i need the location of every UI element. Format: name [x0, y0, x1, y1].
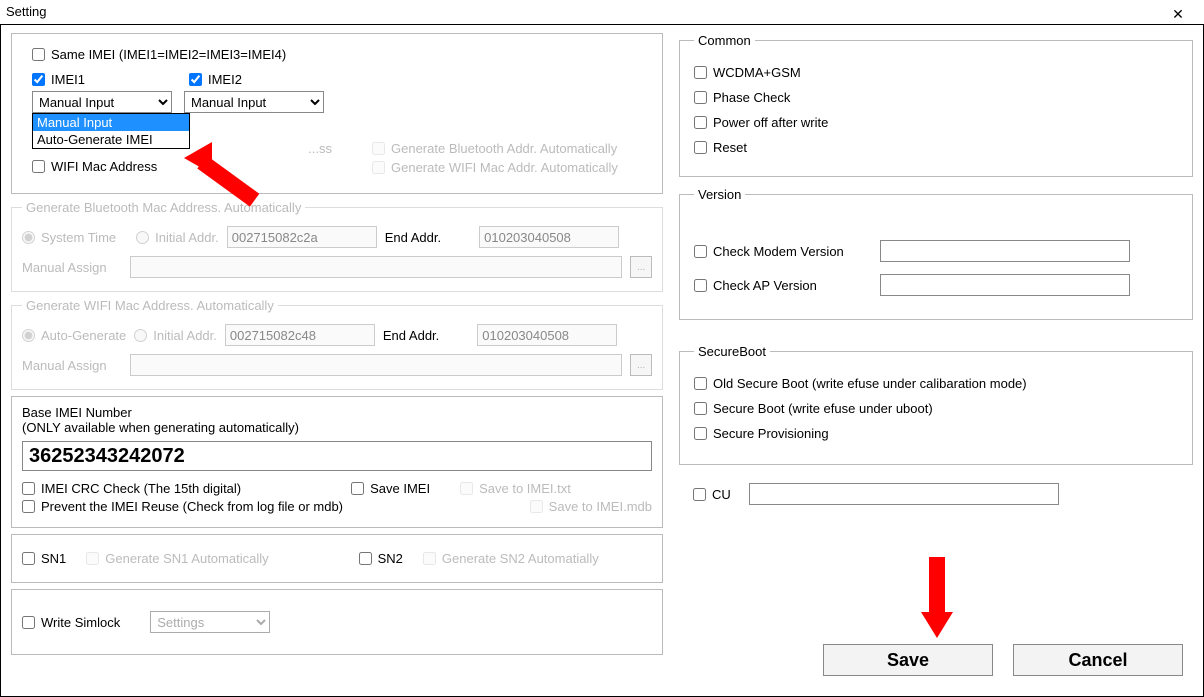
sn2-checkbox[interactable]: SN2	[359, 551, 403, 566]
sn1-checkbox[interactable]: SN1	[22, 551, 66, 566]
check-ap-checkbox[interactable]: Check AP Version	[694, 278, 872, 293]
bt-initaddr-radio: Initial Addr.	[136, 230, 219, 245]
gen-wifi-group: Generate WIFI Mac Address. Automatically…	[11, 298, 663, 390]
dropdown-option-auto[interactable]: Auto-Generate IMEI	[33, 131, 189, 148]
bt-end-label: End Addr.	[385, 230, 441, 245]
simlock-settings-select: Settings	[150, 611, 270, 633]
wcdma-gsm-checkbox[interactable]: WCDMA+GSM	[694, 65, 801, 80]
wifi-browse-button: ...	[630, 354, 652, 376]
sn-group: SN1 Generate SN1 Automatically SN2 Gener…	[11, 534, 663, 583]
wifi-addr-checkbox[interactable]: WIFI Mac Address	[32, 159, 157, 174]
bt-end-value	[479, 226, 619, 248]
cancel-button[interactable]: Cancel	[1013, 644, 1183, 676]
bt-browse-button: ...	[630, 256, 652, 278]
wifi-manual-label: Manual Assign	[22, 358, 122, 373]
wifi-initaddr-radio: Initial Addr.	[134, 328, 217, 343]
modem-version-input[interactable]	[880, 240, 1130, 262]
annotation-arrow-2	[921, 557, 953, 638]
window-title: Setting	[6, 0, 46, 24]
cu-input[interactable]	[749, 483, 1059, 505]
base-imei-title: Base IMEI Number	[22, 405, 652, 420]
save-button[interactable]: Save	[823, 644, 993, 676]
base-imei-input[interactable]	[22, 441, 652, 471]
bt-manual-input	[130, 256, 622, 278]
version-group: Version Check Modem Version Check AP Ver…	[679, 187, 1193, 320]
bt-init-value	[227, 226, 377, 248]
reset-checkbox[interactable]: Reset	[694, 140, 747, 155]
dialog-body: Same IMEI (IMEI1=IMEI2=IMEI3=IMEI4) IMEI…	[0, 24, 1204, 697]
close-icon[interactable]: ✕	[1158, 2, 1198, 22]
simlock-group: Write Simlock Settings	[11, 589, 663, 655]
imei1-checkbox[interactable]: IMEI1	[32, 72, 85, 87]
gen-bt-group: Generate Bluetooth Mac Address. Automati…	[11, 200, 663, 292]
gen-sn2-checkbox: Generate SN2 Automatially	[423, 551, 599, 566]
wifi-init-value	[225, 324, 375, 346]
imei2-mode-select[interactable]: Manual Input	[184, 91, 324, 113]
bt-systime-radio: System Time	[22, 230, 116, 245]
poweroff-checkbox[interactable]: Power off after write	[694, 115, 828, 130]
bt-auto-checkbox: Generate Bluetooth Addr. Automatically	[372, 141, 617, 156]
imei-crc-checkbox[interactable]: IMEI CRC Check (The 15th digital)	[22, 481, 241, 496]
wifi-end-value	[477, 324, 617, 346]
wifi-manual-input	[130, 354, 622, 376]
imei1-mode-select[interactable]: Manual Input Manual Input Auto-Generate …	[32, 91, 172, 113]
base-imei-sub: (ONLY available when generating automati…	[22, 420, 652, 435]
wifi-end-label: End Addr.	[383, 328, 439, 343]
save-imei-checkbox[interactable]: Save IMEI	[351, 481, 430, 496]
old-secure-boot-checkbox[interactable]: Old Secure Boot (write efuse under calib…	[694, 376, 1027, 391]
phase-check-checkbox[interactable]: Phase Check	[694, 90, 790, 105]
bt-addr-checkbox[interactable]: ...ss	[308, 141, 332, 156]
ap-version-input[interactable]	[880, 274, 1130, 296]
wifi-auto-checkbox: Generate WIFI Mac Addr. Automatically	[372, 160, 618, 175]
secureboot-group: SecureBoot Old Secure Boot (write efuse …	[679, 344, 1193, 465]
base-imei-group: Base IMEI Number (ONLY available when ge…	[11, 396, 663, 528]
gen-sn1-checkbox: Generate SN1 Automatically	[86, 551, 268, 566]
common-group: Common WCDMA+GSM Phase Check Power off a…	[679, 33, 1193, 177]
check-modem-checkbox[interactable]: Check Modem Version	[694, 244, 872, 259]
secure-boot-checkbox[interactable]: Secure Boot (write efuse under uboot)	[694, 401, 933, 416]
save-imei-mdb-checkbox: Save to IMEI.mdb	[530, 499, 652, 514]
cu-checkbox[interactable]: CU	[693, 487, 731, 502]
titlebar: Setting ✕	[0, 0, 1204, 24]
wifi-auto-radio: Auto-Generate	[22, 328, 126, 343]
same-imei-checkbox[interactable]: Same IMEI (IMEI1=IMEI2=IMEI3=IMEI4)	[32, 47, 286, 62]
imei1-dropdown-list: Manual Input Auto-Generate IMEI	[32, 113, 190, 149]
secure-provisioning-checkbox[interactable]: Secure Provisioning	[694, 426, 829, 441]
dropdown-option-manual[interactable]: Manual Input	[33, 114, 189, 131]
imei2-checkbox[interactable]: IMEI2	[189, 72, 242, 87]
write-simlock-checkbox[interactable]: Write Simlock	[22, 615, 120, 630]
bt-manual-label: Manual Assign	[22, 260, 122, 275]
prevent-reuse-checkbox[interactable]: Prevent the IMEI Reuse (Check from log f…	[22, 499, 343, 514]
save-imei-txt-checkbox: Save to IMEI.txt	[460, 481, 571, 496]
